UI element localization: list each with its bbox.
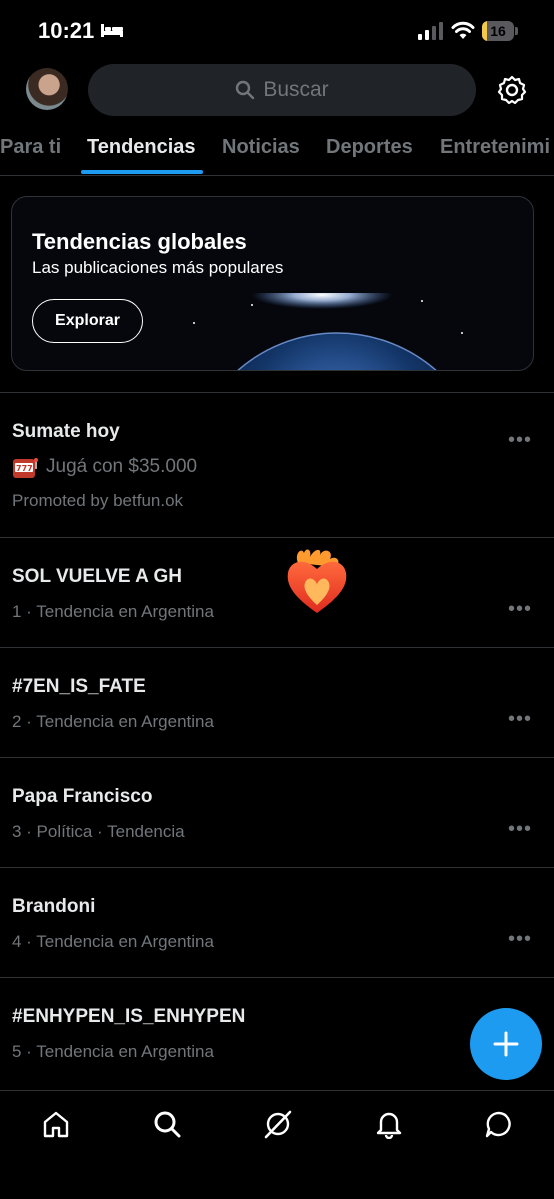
trend-item[interactable]: Papa Francisco 3 · Política · Tendencia … <box>0 757 554 867</box>
home-icon[interactable] <box>41 1109 71 1139</box>
promoted-trend[interactable]: Sumate hoy 777 Jugá con $35.000 Promoted… <box>0 392 554 537</box>
banner-title: Tendencias globales <box>32 229 247 254</box>
more-options-icon[interactable]: ••• <box>508 928 532 951</box>
earth-image <box>193 293 463 370</box>
promoted-by: Promoted by betfun.ok <box>12 491 184 510</box>
global-trends-banner[interactable]: Tendencias globales Las publicaciones má… <box>11 196 534 371</box>
trend-title: Sumate hoy <box>12 421 120 442</box>
cellular-signal-icon <box>418 22 443 40</box>
search-placeholder: Buscar <box>263 78 329 101</box>
promo-line: 777 Jugá con $35.000 <box>12 455 197 479</box>
banner-subtitle: Las publicaciones más populares <box>32 258 284 277</box>
tab-deportes[interactable]: Deportes <box>326 136 413 159</box>
trend-item[interactable]: #7EN_IS_FATE 2 · Tendencia en Argentina … <box>0 647 554 757</box>
more-options-icon[interactable]: ••• <box>508 708 532 731</box>
explore-button[interactable]: Explorar <box>32 299 143 343</box>
more-options-icon[interactable]: ••• <box>508 429 532 452</box>
messages-icon[interactable] <box>484 1109 514 1139</box>
tab-para-ti[interactable]: Para ti <box>0 136 61 159</box>
tab-tendencias[interactable]: Tendencias <box>87 136 196 159</box>
tab-active-indicator <box>81 170 203 174</box>
trend-item[interactable]: Brandoni 4 · Tendencia en Argentina ••• <box>0 867 554 977</box>
trend-title: #7EN_IS_FATE <box>12 676 146 697</box>
tab-entretenimiento[interactable]: Entretenimi <box>440 136 550 159</box>
trend-title: #ENHYPEN_IS_ENHYPEN <box>12 1006 246 1027</box>
more-options-icon[interactable]: ••• <box>508 598 532 621</box>
trend-meta: 5 · Tendencia en Argentina <box>12 1042 214 1061</box>
plus-icon <box>493 1031 519 1057</box>
status-time: 10:21 <box>38 18 95 43</box>
battery-level: 16 <box>490 23 506 39</box>
search-icon <box>236 80 255 100</box>
promo-text: Jugá con $35.000 <box>46 456 198 477</box>
notifications-bell-icon[interactable] <box>374 1109 404 1139</box>
battery-icon: 16 <box>482 21 518 41</box>
settings-gear-icon[interactable] <box>496 74 528 106</box>
search-icon[interactable] <box>152 1109 182 1139</box>
svg-text:777: 777 <box>16 464 33 473</box>
compose-post-button[interactable] <box>470 1008 542 1080</box>
trend-title: SOL VUELVE A GH <box>12 566 182 587</box>
trend-meta: 1 · Tendencia en Argentina <box>12 602 214 621</box>
bottom-navigation <box>0 1090 554 1199</box>
avatar[interactable] <box>26 68 68 110</box>
grok-icon[interactable] <box>263 1109 293 1139</box>
trend-meta: 3 · Política · Tendencia <box>12 822 185 841</box>
trend-meta: 4 · Tendencia en Argentina <box>12 932 214 951</box>
heart-on-fire-icon <box>287 549 347 613</box>
trend-title: Brandoni <box>12 896 96 917</box>
wifi-icon <box>451 21 475 39</box>
status-bar: 10:21 16 <box>0 0 554 62</box>
trend-list: Sumate hoy 777 Jugá con $35.000 Promoted… <box>0 392 554 1087</box>
trend-title: Papa Francisco <box>12 786 153 807</box>
explore-tabs: Para ti Tendencias Noticias Deportes Ent… <box>0 128 554 176</box>
trend-item[interactable]: SOL VUELVE A GH 1 · Tendencia en Argenti… <box>0 537 554 647</box>
trend-meta: 2 · Tendencia en Argentina <box>12 712 214 731</box>
slot-machine-icon: 777 <box>13 458 38 478</box>
bed-icon <box>101 24 123 37</box>
more-options-icon[interactable]: ••• <box>508 818 532 841</box>
search-input[interactable]: Buscar <box>88 64 476 116</box>
tab-noticias[interactable]: Noticias <box>222 136 300 159</box>
